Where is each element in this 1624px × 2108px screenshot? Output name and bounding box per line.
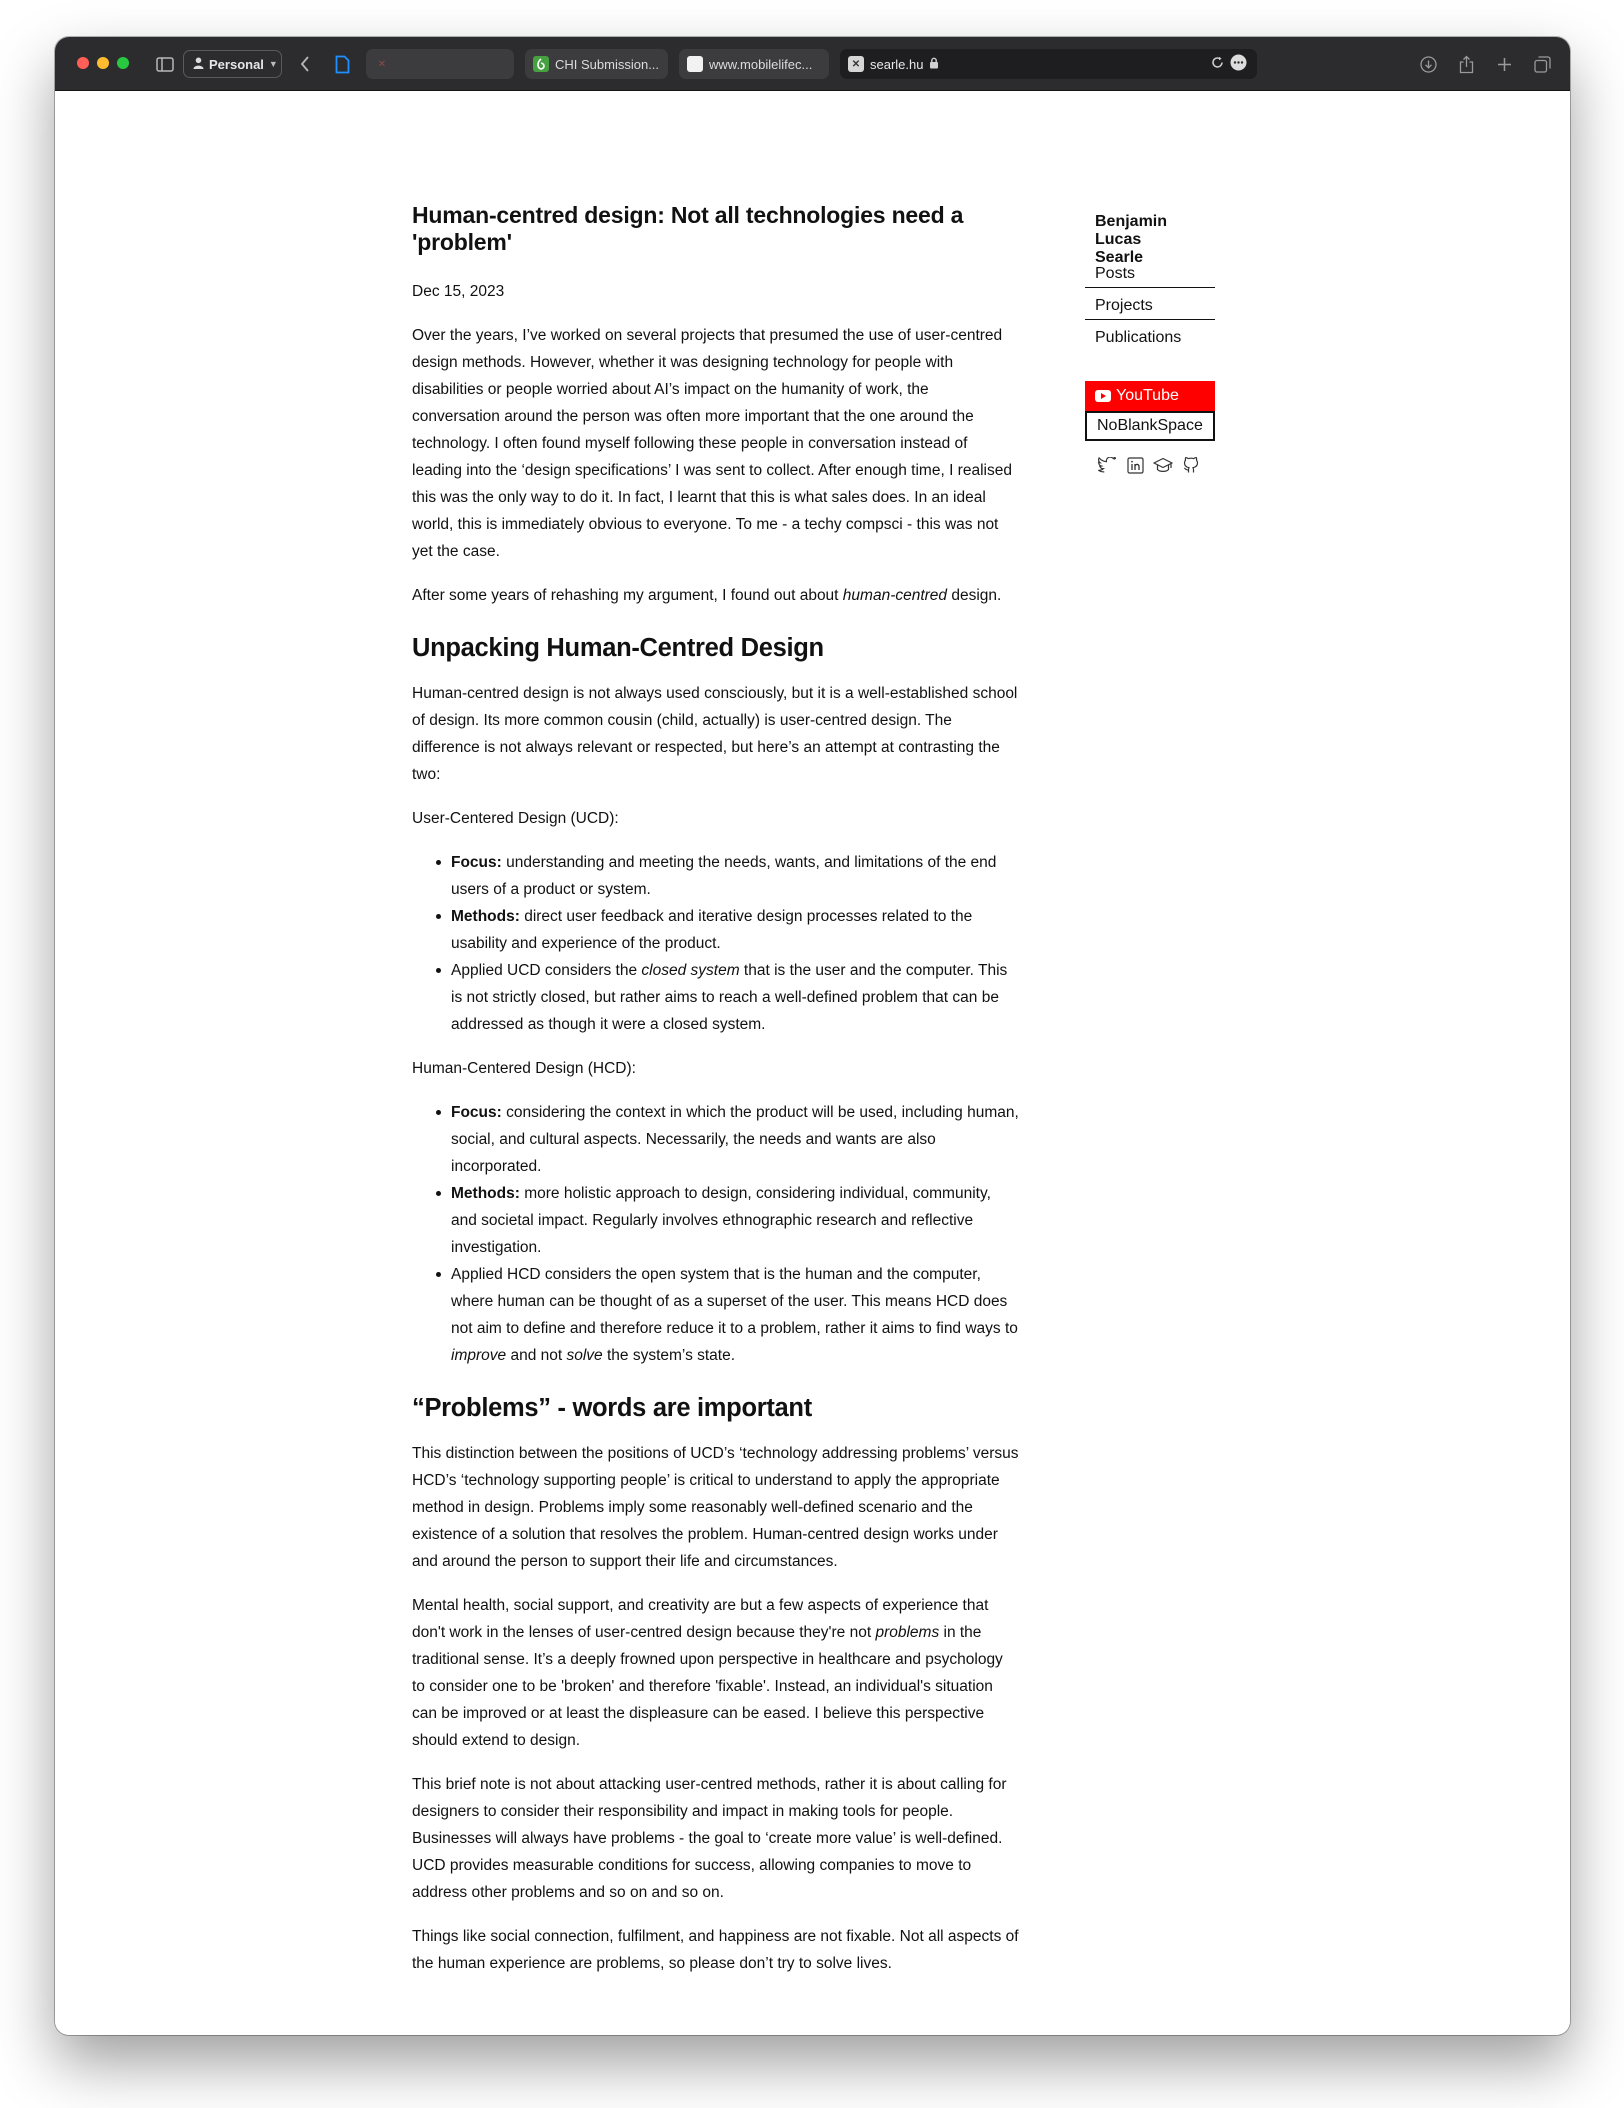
linkedin-icon[interactable] bbox=[1125, 455, 1145, 475]
list-heading: User-Centered Design (UCD): bbox=[412, 810, 619, 827]
tab-overview-icon[interactable] bbox=[1532, 52, 1552, 76]
section-heading: “Problems” - words are important bbox=[412, 1394, 812, 1422]
hcd-list: Focus: considering the context in which … bbox=[436, 1099, 1019, 1369]
tab-chi-submission[interactable]: CHI Submission... bbox=[525, 49, 668, 79]
ucd-list: Focus: understanding and meeting the nee… bbox=[436, 849, 1019, 1038]
list-item: Applied UCD considers the closed system … bbox=[436, 957, 1019, 1038]
list-item: Methods: more holistic approach to desig… bbox=[436, 1180, 1019, 1261]
tab-empty[interactable]: ✕ bbox=[366, 49, 514, 79]
tab-favicon-icon: ✕ bbox=[377, 58, 387, 70]
paragraph: This distinction between the positions o… bbox=[412, 1445, 1019, 1570]
tab-title: www.mobilelifec... bbox=[709, 56, 813, 72]
person-icon bbox=[193, 57, 204, 72]
paragraph: After some years of rehashing my argumen… bbox=[412, 587, 1002, 604]
list-item: Methods: direct user feedback and iterat… bbox=[436, 903, 1019, 957]
share-icon[interactable] bbox=[1456, 52, 1476, 76]
paragraph: This brief note is not about attacking u… bbox=[412, 1776, 1007, 1901]
downloads-icon[interactable] bbox=[1418, 52, 1438, 76]
nav-publications[interactable]: Publications bbox=[1085, 320, 1215, 352]
article-body: Over the years, I’ve worked on several p… bbox=[412, 322, 1019, 1994]
back-icon[interactable] bbox=[295, 52, 315, 76]
overleaf-icon bbox=[533, 56, 549, 72]
zoom-window-button[interactable] bbox=[117, 57, 129, 69]
page-icon[interactable] bbox=[332, 52, 352, 76]
profile-label: Personal bbox=[209, 56, 264, 72]
tab-title: CHI Submission... bbox=[555, 56, 660, 72]
web-page: Human-centred design: Not all technologi… bbox=[55, 92, 1570, 2035]
close-tab-icon[interactable]: ✕ bbox=[848, 56, 864, 72]
lock-icon bbox=[929, 57, 939, 72]
youtube-icon bbox=[1095, 390, 1111, 402]
reload-icon[interactable] bbox=[1211, 56, 1224, 72]
nav-posts[interactable]: Posts bbox=[1085, 256, 1215, 288]
list-item: Focus: considering the context in which … bbox=[436, 1099, 1019, 1180]
youtube-button[interactable]: YouTube bbox=[1085, 381, 1215, 411]
list-item: Focus: understanding and meeting the nee… bbox=[436, 849, 1019, 903]
paragraph: Human-centred design is not always used … bbox=[412, 685, 1018, 783]
paragraph: Over the years, I’ve worked on several p… bbox=[412, 327, 1012, 560]
article-title: Human-centred design: Not all technologi… bbox=[412, 202, 964, 255]
sidebar-toggle-icon[interactable] bbox=[154, 52, 176, 76]
list-item: Applied HCD considers the open system th… bbox=[436, 1261, 1019, 1369]
minimize-window-button[interactable] bbox=[97, 57, 109, 69]
paragraph: Mental health, social support, and creat… bbox=[412, 1597, 1003, 1749]
more-options-icon[interactable] bbox=[1230, 54, 1247, 74]
chevron-down-icon: ▼ bbox=[268, 59, 278, 69]
profile-switcher[interactable]: Personal ▼ bbox=[183, 50, 282, 78]
paragraph: Things like social connection, fulfilmen… bbox=[412, 1928, 1019, 1972]
section-heading: Unpacking Human-Centred Design bbox=[412, 634, 824, 662]
browser-toolbar: Personal ▼ ✕ CHI Submission... www.mobil… bbox=[55, 37, 1570, 91]
address-text[interactable]: searle.hu bbox=[870, 57, 923, 72]
nav-projects[interactable]: Projects bbox=[1085, 288, 1215, 320]
tab-searle-active[interactable]: ✕ searle.hu bbox=[840, 49, 1257, 79]
scholar-icon[interactable] bbox=[1153, 455, 1173, 475]
social-links bbox=[1097, 455, 1201, 475]
new-tab-icon[interactable] bbox=[1494, 52, 1514, 76]
site-nav: Posts Projects Publications bbox=[1085, 256, 1215, 352]
close-window-button[interactable] bbox=[77, 57, 89, 69]
blank-page-icon bbox=[687, 56, 703, 72]
browser-window: Personal ▼ ✕ CHI Submission... www.mobil… bbox=[55, 37, 1570, 2035]
github-icon[interactable] bbox=[1181, 455, 1201, 475]
tab-mobilelife[interactable]: www.mobilelifec... bbox=[679, 49, 829, 79]
twitter-icon[interactable] bbox=[1097, 455, 1117, 475]
article-date: Dec 15, 2023 bbox=[412, 283, 505, 300]
list-heading: Human-Centered Design (HCD): bbox=[412, 1060, 636, 1077]
noblankspace-button[interactable]: NoBlankSpace bbox=[1085, 411, 1215, 441]
